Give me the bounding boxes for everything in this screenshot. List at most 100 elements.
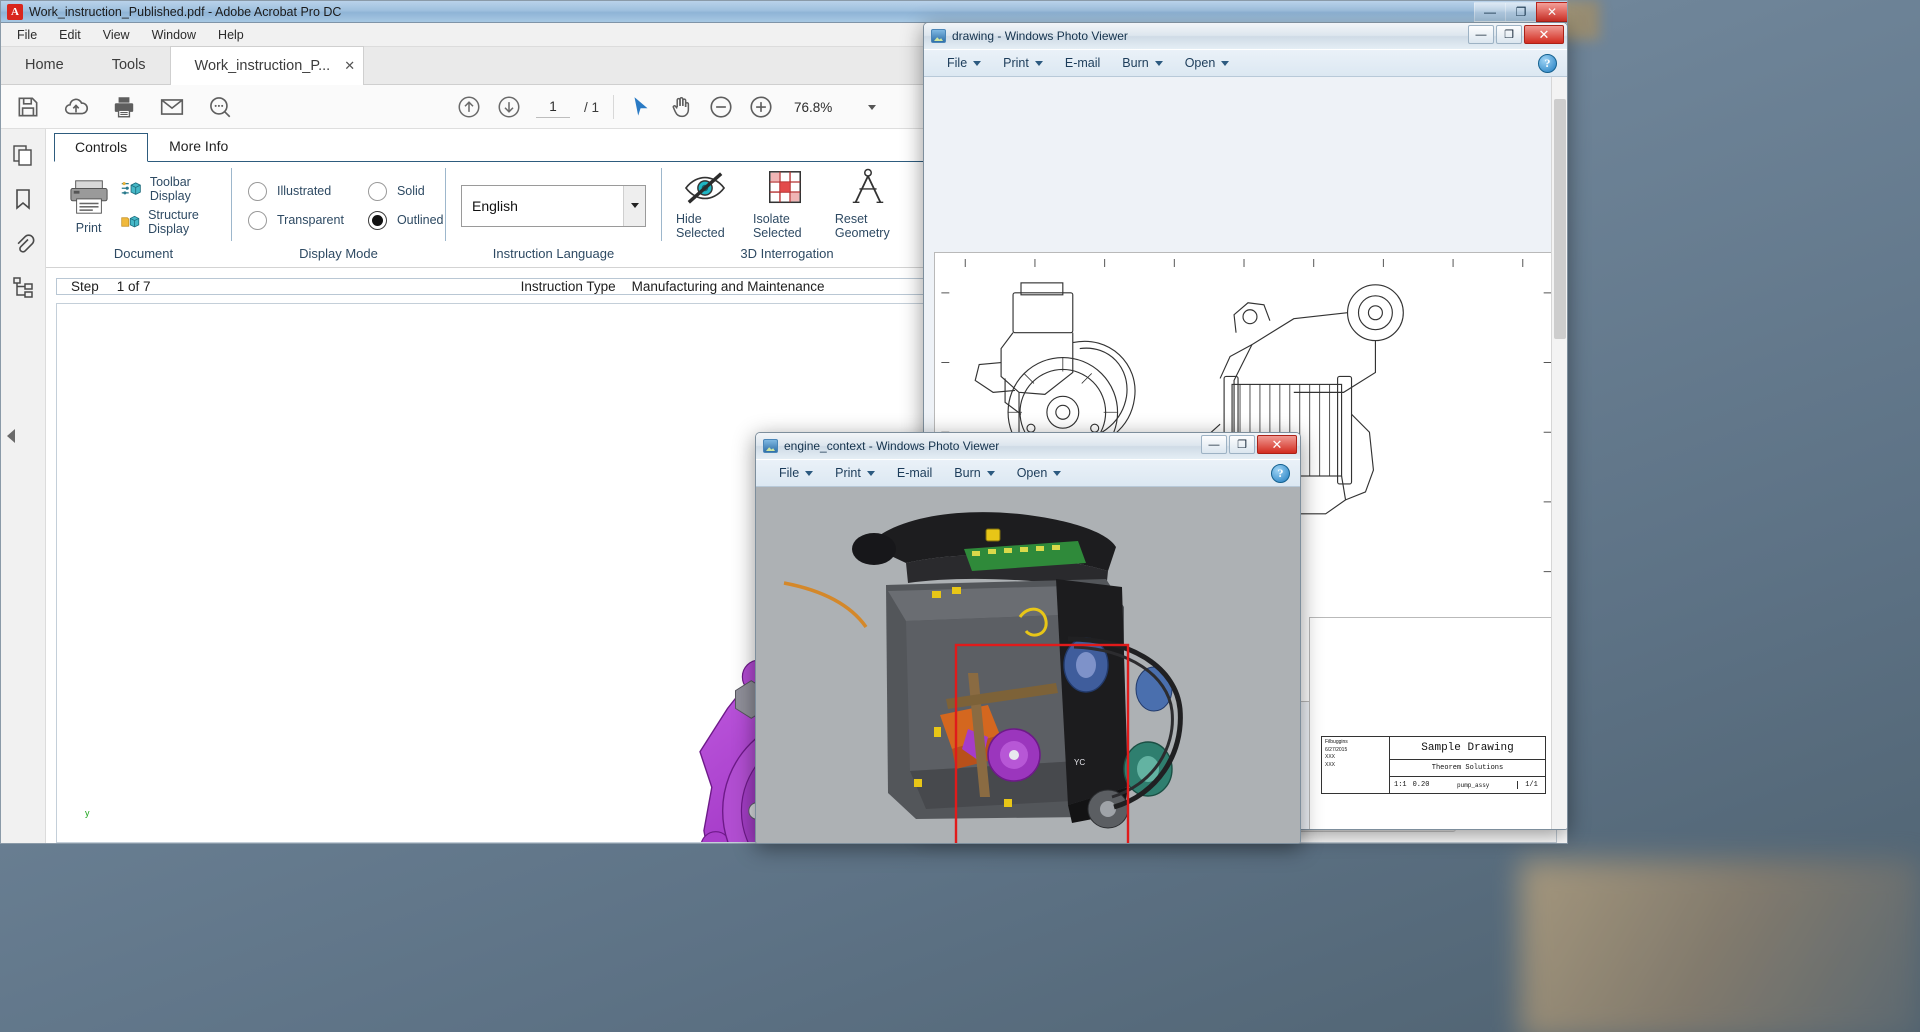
acrobat-minimize-button[interactable]: — — [1474, 2, 1505, 22]
isolate-selected-label: Isolate Selected — [752, 212, 802, 240]
page-thumbnails-icon[interactable] — [11, 143, 35, 167]
print-button-label: Print — [75, 220, 102, 235]
zoom-level-value[interactable]: 76.8% — [794, 100, 832, 115]
help-icon[interactable]: ? — [1538, 54, 1557, 73]
title-block-scale: 1:1 — [1394, 781, 1407, 790]
drawing-menu-open[interactable]: Open — [1176, 53, 1239, 73]
hand-icon[interactable] — [668, 94, 694, 120]
attachments-icon[interactable] — [11, 231, 35, 255]
instruction-language-dropdown-icon[interactable] — [623, 185, 645, 226]
ribbon-group-instruction-language: English Instruction Language — [446, 162, 661, 267]
step-label: Step — [71, 279, 99, 295]
drawing-close-button[interactable]: ✕ — [1524, 25, 1564, 44]
upload-cloud-icon[interactable] — [63, 94, 89, 120]
radio-solid-dot — [367, 181, 387, 201]
engine-close-button[interactable]: ✕ — [1257, 435, 1297, 454]
drawing-menu-file[interactable]: File — [938, 53, 990, 73]
tab-home[interactable]: Home — [1, 46, 88, 84]
menu-item-view[interactable]: View — [93, 25, 140, 45]
save-icon[interactable] — [15, 94, 41, 120]
engine-menu-file[interactable]: File — [770, 463, 822, 483]
acrobat-title-bar[interactable]: Work_instruction_Published.pdf - Adobe A… — [1, 1, 1567, 23]
axis-y-label: y — [85, 808, 90, 818]
ribbon-group-3d-interrogation-label: 3D Interrogation — [740, 246, 834, 261]
structure-display-button[interactable]: Structure Display — [121, 208, 221, 236]
tab-work-instruction[interactable]: Work_instruction_P... ✕ — [169, 46, 365, 85]
isolate-selected-button[interactable]: Isolate Selected — [753, 168, 817, 240]
drawing-vertical-scrollbar[interactable] — [1551, 77, 1567, 829]
chevron-down-icon — [1154, 60, 1163, 66]
select-arrow-icon[interactable] — [628, 94, 654, 120]
instruction-language-select[interactable]: English — [461, 184, 646, 227]
drawing-minimize-button[interactable]: — — [1468, 25, 1494, 44]
engine-menu-email[interactable]: E-mail — [888, 463, 941, 483]
radio-illustrated[interactable]: Illustrated — [248, 181, 344, 201]
toolbar-display-button[interactable]: Toolbar Display — [121, 175, 221, 203]
engine-menu-print[interactable]: Print — [826, 463, 884, 483]
title-block-drawing-name: Sample Drawing — [1390, 737, 1545, 761]
print-icon[interactable] — [111, 94, 137, 120]
chevron-down-icon — [866, 470, 875, 476]
ribbon-group-display-mode-label: Display Mode — [299, 246, 378, 261]
engine-window-title: engine_context - Windows Photo Viewer — [784, 439, 1000, 453]
radio-solid-label: Solid — [396, 184, 425, 198]
engine-image-canvas[interactable]: YC — [756, 487, 1300, 843]
radio-transparent[interactable]: Transparent — [248, 210, 344, 230]
drawing-window-controls: — ❐ ✕ — [1468, 25, 1564, 44]
drawing-menu-burn[interactable]: Burn — [1113, 53, 1171, 73]
tab-close-icon[interactable]: ✕ — [344, 58, 355, 74]
radio-solid[interactable]: Solid — [367, 181, 444, 201]
chevron-down-icon — [1053, 470, 1062, 476]
engine-menu-burn[interactable]: Burn — [945, 463, 1003, 483]
drawing-sheet-bottom: Filbuggins 6/27/2015 XXX XXX Sample Draw… — [1309, 617, 1559, 829]
menu-item-file[interactable]: File — [7, 25, 47, 45]
engine-maximize-button[interactable]: ❐ — [1229, 435, 1255, 454]
drawing-scrollbar-thumb[interactable] — [1554, 99, 1566, 339]
svg-text:YC: YC — [1074, 758, 1085, 767]
drawing-title-bar[interactable]: drawing - Windows Photo Viewer — ❐ ✕ — [924, 23, 1567, 49]
page-number-input[interactable] — [536, 96, 570, 118]
menu-item-window[interactable]: Window — [142, 25, 206, 45]
acrobat-navigation-rail — [1, 129, 46, 843]
engine-title-bar[interactable]: engine_context - Windows Photo Viewer — … — [756, 433, 1300, 459]
engine-window-controls: — ❐ ✕ — [1201, 435, 1297, 454]
engine-menu-print-label: Print — [835, 466, 861, 480]
instruction-type-label: Instruction Type — [520, 279, 616, 295]
drawing-menu-bar: File Print E-mail Burn Open ? — [924, 49, 1567, 77]
drawing-menu-email[interactable]: E-mail — [1056, 53, 1109, 73]
hide-selected-button[interactable]: Hide Selected — [676, 168, 735, 240]
page-down-icon[interactable] — [496, 94, 522, 120]
email-icon[interactable] — [159, 94, 185, 120]
engine-minimize-button[interactable]: — — [1201, 435, 1227, 454]
radio-outlined[interactable]: Outlined — [367, 210, 444, 230]
reset-compass-icon — [853, 168, 884, 203]
drawing-menu-email-label: E-mail — [1064, 56, 1101, 70]
acrobat-close-button[interactable]: ✕ — [1536, 2, 1567, 22]
zoom-out-icon[interactable] — [708, 94, 734, 120]
engine-menu-open[interactable]: Open — [1008, 463, 1071, 483]
chevron-down-icon — [1034, 60, 1043, 66]
bookmarks-icon[interactable] — [11, 187, 35, 211]
print-button[interactable]: Print — [66, 177, 111, 235]
hide-eye-icon — [685, 172, 726, 204]
zoom-in-icon[interactable] — [748, 94, 774, 120]
menu-item-help[interactable]: Help — [208, 25, 254, 45]
title-block-rev2: XXX — [1325, 761, 1336, 768]
menu-item-edit[interactable]: Edit — [49, 25, 91, 45]
acrobat-maximize-button[interactable]: ❐ — [1505, 2, 1536, 22]
rail-collapse-arrow-icon[interactable] — [7, 429, 15, 443]
page-up-icon[interactable] — [456, 94, 482, 120]
model-tree-icon[interactable] — [11, 275, 35, 299]
drawing-maximize-button[interactable]: ❐ — [1496, 25, 1522, 44]
radio-outlined-dot — [367, 210, 387, 230]
ribbon-tab-more-info[interactable]: More Info — [148, 132, 249, 161]
photo-viewer-icon — [763, 439, 778, 453]
drawing-menu-print[interactable]: Print — [994, 53, 1052, 73]
tab-tools[interactable]: Tools — [88, 46, 170, 84]
zoom-dropdown-icon[interactable] — [868, 104, 877, 110]
help-icon[interactable]: ? — [1271, 464, 1290, 483]
ribbon-tab-controls[interactable]: Controls — [54, 133, 149, 162]
reset-geometry-button[interactable]: Reset Geometry — [835, 168, 902, 240]
comment-search-icon[interactable] — [207, 94, 233, 120]
printer-icon — [70, 179, 108, 214]
